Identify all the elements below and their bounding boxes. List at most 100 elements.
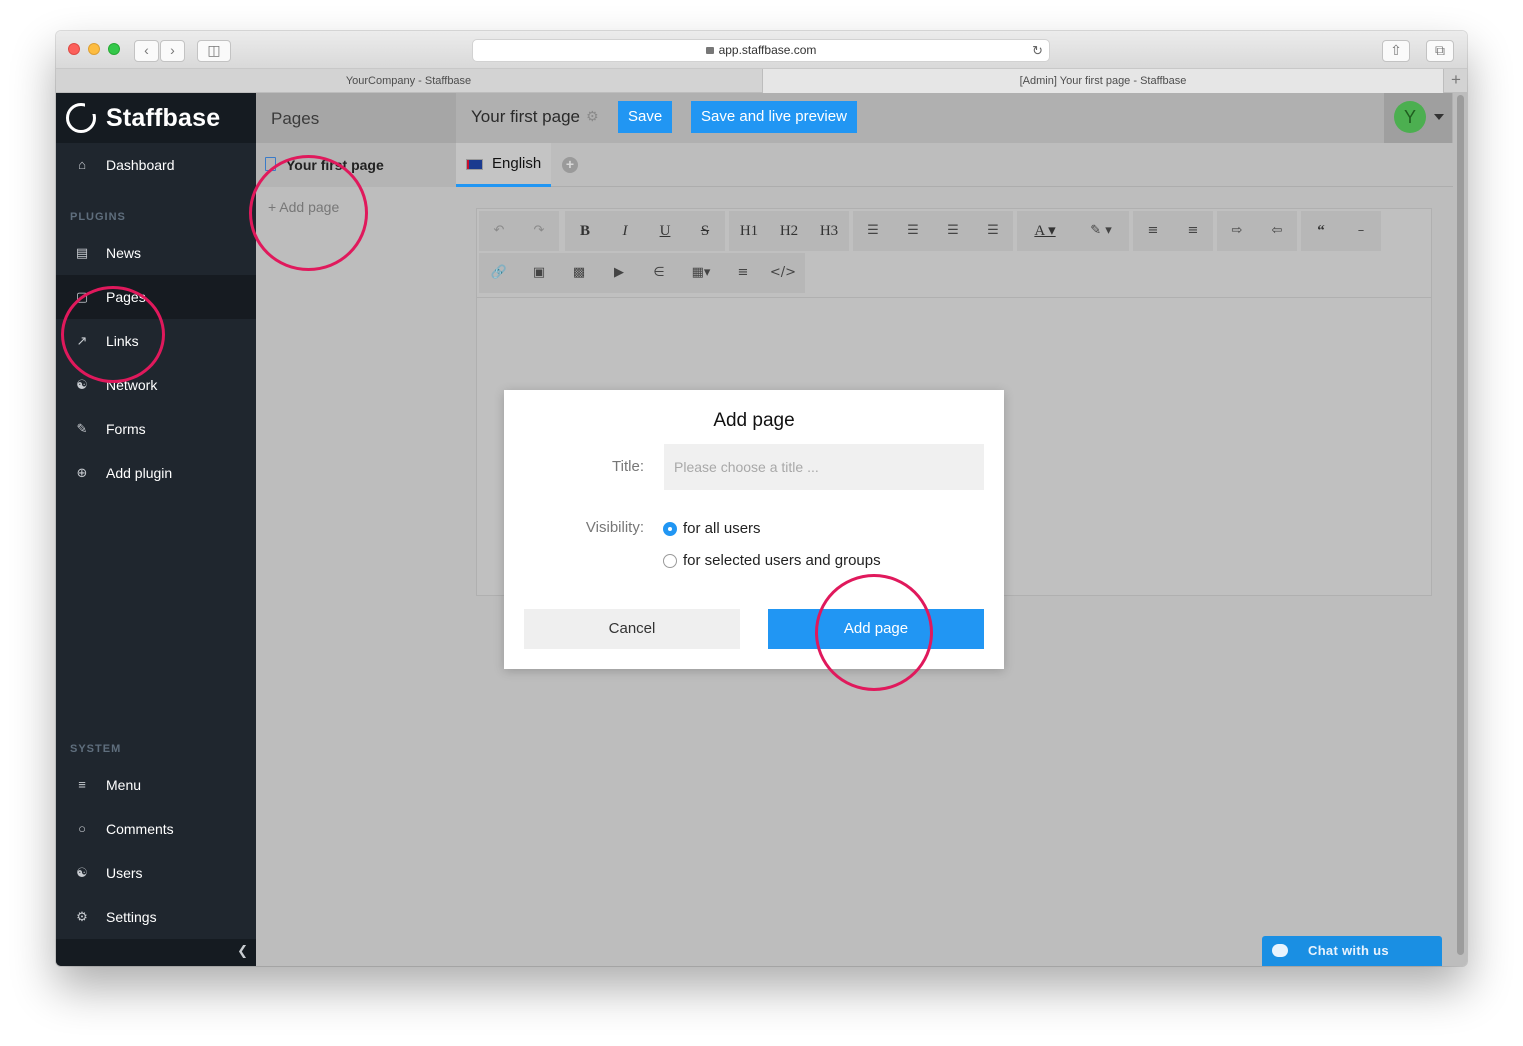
close-window-icon[interactable] xyxy=(68,43,80,55)
highlight-circle-pages xyxy=(61,286,165,383)
minimize-window-icon[interactable] xyxy=(88,43,100,55)
staffbase-app: Staffbase ⌂ Dashboard PLUGINS ▤ News ▢ Page… xyxy=(56,93,1467,966)
staffbase-logo-icon xyxy=(66,102,97,133)
reload-icon[interactable]: ↻ xyxy=(1032,40,1043,61)
save-and-live-preview-button[interactable]: Save and live preview xyxy=(691,101,857,133)
sidebar-item-settings[interactable]: ⚙ Settings xyxy=(56,895,256,939)
radio-selected-users[interactable] xyxy=(663,554,677,568)
underline-button[interactable]: U xyxy=(645,211,685,251)
highlight-circle-add-page-button xyxy=(815,574,933,691)
align-justify-icon[interactable]: ☰ xyxy=(973,211,1013,251)
code-icon[interactable]: </> xyxy=(763,253,803,293)
video-icon[interactable]: ▩ xyxy=(559,253,599,293)
attachment-icon[interactable]: ∈ xyxy=(639,253,679,293)
brand[interactable]: Staffbase xyxy=(56,93,256,143)
edit-icon: ✎ xyxy=(76,421,88,436)
browser-titlebar: ‹ › ◫ app.staffbase.com ↻ ⇧ ⧉ xyxy=(56,31,1467,69)
italic-button[interactable]: I xyxy=(605,211,645,251)
numbered-list-icon[interactable]: ≡ xyxy=(1173,211,1213,251)
radio-all-users-label[interactable]: for all users xyxy=(683,520,761,537)
page-title: Your first page xyxy=(471,107,580,126)
toolbar-group-headings: H1 H2 H3 xyxy=(729,211,849,251)
sidebar-item-forms[interactable]: ✎ Forms xyxy=(56,407,256,451)
add-language-icon[interactable]: + xyxy=(562,157,578,173)
sidebar-item-menu[interactable]: ≡ Menu xyxy=(56,763,256,807)
toolbar-group-block: “ – xyxy=(1301,211,1381,251)
brand-name: Staffbase xyxy=(106,104,221,132)
home-icon: ⌂ xyxy=(78,157,86,172)
cancel-button[interactable]: Cancel xyxy=(524,609,740,649)
bullet-list-icon[interactable]: ≡ xyxy=(1133,211,1173,251)
gear-icon[interactable]: ⚙ xyxy=(586,108,599,125)
scrollbar[interactable] xyxy=(1453,93,1467,966)
sidebar-item-label: Menu xyxy=(106,777,142,793)
tab-english-label: English xyxy=(492,155,542,172)
text-color-icon[interactable]: A ▾ xyxy=(1017,211,1073,251)
browser-tab-yourcompany[interactable]: YourCompany - Staffbase xyxy=(56,69,761,93)
sidebar-item-news[interactable]: ▤ News xyxy=(56,231,256,275)
scrollbar-thumb[interactable] xyxy=(1457,95,1464,955)
caret-down-icon[interactable] xyxy=(1434,114,1444,120)
gear-icon: ⚙ xyxy=(76,909,88,924)
chat-with-us-button[interactable]: Chat with us xyxy=(1262,936,1442,966)
users-icon: ☯ xyxy=(76,865,88,880)
sidebar-item-dashboard[interactable]: ⌂ Dashboard xyxy=(56,143,256,187)
visibility-label: Visibility: xyxy=(585,519,644,536)
title-input[interactable] xyxy=(664,444,984,490)
chat-label: Chat with us xyxy=(1308,943,1389,958)
maximize-window-icon[interactable] xyxy=(108,43,120,55)
heading2-button[interactable]: H2 xyxy=(769,211,809,251)
play-icon[interactable]: ▶ xyxy=(599,253,639,293)
share-icon[interactable]: ⇧ xyxy=(1382,40,1410,62)
comment-icon: ○ xyxy=(78,821,86,836)
sidebar-item-users[interactable]: ☯ Users xyxy=(56,851,256,895)
chevron-left-icon[interactable]: ❮ xyxy=(237,943,248,959)
address-bar[interactable]: app.staffbase.com ↻ xyxy=(472,39,1050,62)
toolbar-group-lists: ≡ ≡ xyxy=(1133,211,1213,251)
link-icon[interactable]: 🔗 xyxy=(479,253,519,293)
radio-all-users[interactable] xyxy=(663,522,677,536)
heading3-button[interactable]: H3 xyxy=(809,211,849,251)
new-tab-icon[interactable]: + xyxy=(1445,69,1467,93)
chat-bubble-icon xyxy=(1272,944,1288,957)
sidebar-item-label: Comments xyxy=(106,821,174,837)
sidebar-toggle-icon[interactable]: ◫ xyxy=(197,40,231,62)
strikethrough-button[interactable]: S xyxy=(685,211,725,251)
align-center-icon[interactable]: ☰ xyxy=(893,211,933,251)
horizontal-rule-icon[interactable]: – xyxy=(1341,211,1381,251)
editor-toolbar: ↶ ↷ B I U S H1 H2 H3 ☰ ☰ ☰ ☰ A ▾ ✎ ▾ ≡ ≡… xyxy=(479,211,1431,293)
save-button[interactable]: Save xyxy=(618,101,673,133)
highlight-brush-icon[interactable]: ✎ ▾ xyxy=(1073,211,1129,251)
image-icon[interactable]: ▣ xyxy=(519,253,559,293)
paragraph-icon[interactable]: ≡ xyxy=(723,253,763,293)
align-left-icon[interactable]: ☰ xyxy=(853,211,893,251)
bold-button[interactable]: B xyxy=(565,211,605,251)
url-text: app.staffbase.com xyxy=(718,43,817,57)
heading1-button[interactable]: H1 xyxy=(729,211,769,251)
sidebar-item-label: Add plugin xyxy=(106,465,173,481)
outdent-icon[interactable]: ⇦ xyxy=(1257,211,1297,251)
browser-tab-admin[interactable]: [Admin] Your first page - Staffbase xyxy=(762,69,1444,93)
browser-tabbar: YourCompany - Staffbase [Admin] Your fir… xyxy=(56,69,1467,93)
radio-selected-users-label[interactable]: for selected users and groups xyxy=(683,552,881,569)
redo-icon[interactable]: ↷ xyxy=(519,211,559,251)
sidebar-item-add-plugin[interactable]: ⊕ Add plugin xyxy=(56,451,256,495)
tab-english[interactable]: English xyxy=(456,143,551,187)
forward-icon[interactable]: › xyxy=(160,40,185,62)
table-icon[interactable]: ▦▾ xyxy=(679,253,723,293)
title-label: Title: xyxy=(612,458,644,475)
user-menu[interactable]: Y xyxy=(1384,93,1452,143)
menu-icon: ≡ xyxy=(78,777,86,792)
pages-panel-header: Pages xyxy=(256,93,456,143)
toolbar-group-align: ☰ ☰ ☰ ☰ xyxy=(853,211,1013,251)
toolbar-group-color: A ▾ ✎ ▾ xyxy=(1017,211,1129,251)
avatar[interactable]: Y xyxy=(1394,101,1426,133)
sidebar-collapse-bar[interactable]: ❮ xyxy=(56,939,256,966)
tabs-overview-icon[interactable]: ⧉ xyxy=(1426,40,1454,62)
quote-icon[interactable]: “ xyxy=(1301,211,1341,251)
sidebar-item-comments[interactable]: ○ Comments xyxy=(56,807,256,851)
align-right-icon[interactable]: ☰ xyxy=(933,211,973,251)
indent-icon[interactable]: ⇨ xyxy=(1217,211,1257,251)
undo-icon[interactable]: ↶ xyxy=(479,211,519,251)
back-icon[interactable]: ‹ xyxy=(134,40,159,62)
